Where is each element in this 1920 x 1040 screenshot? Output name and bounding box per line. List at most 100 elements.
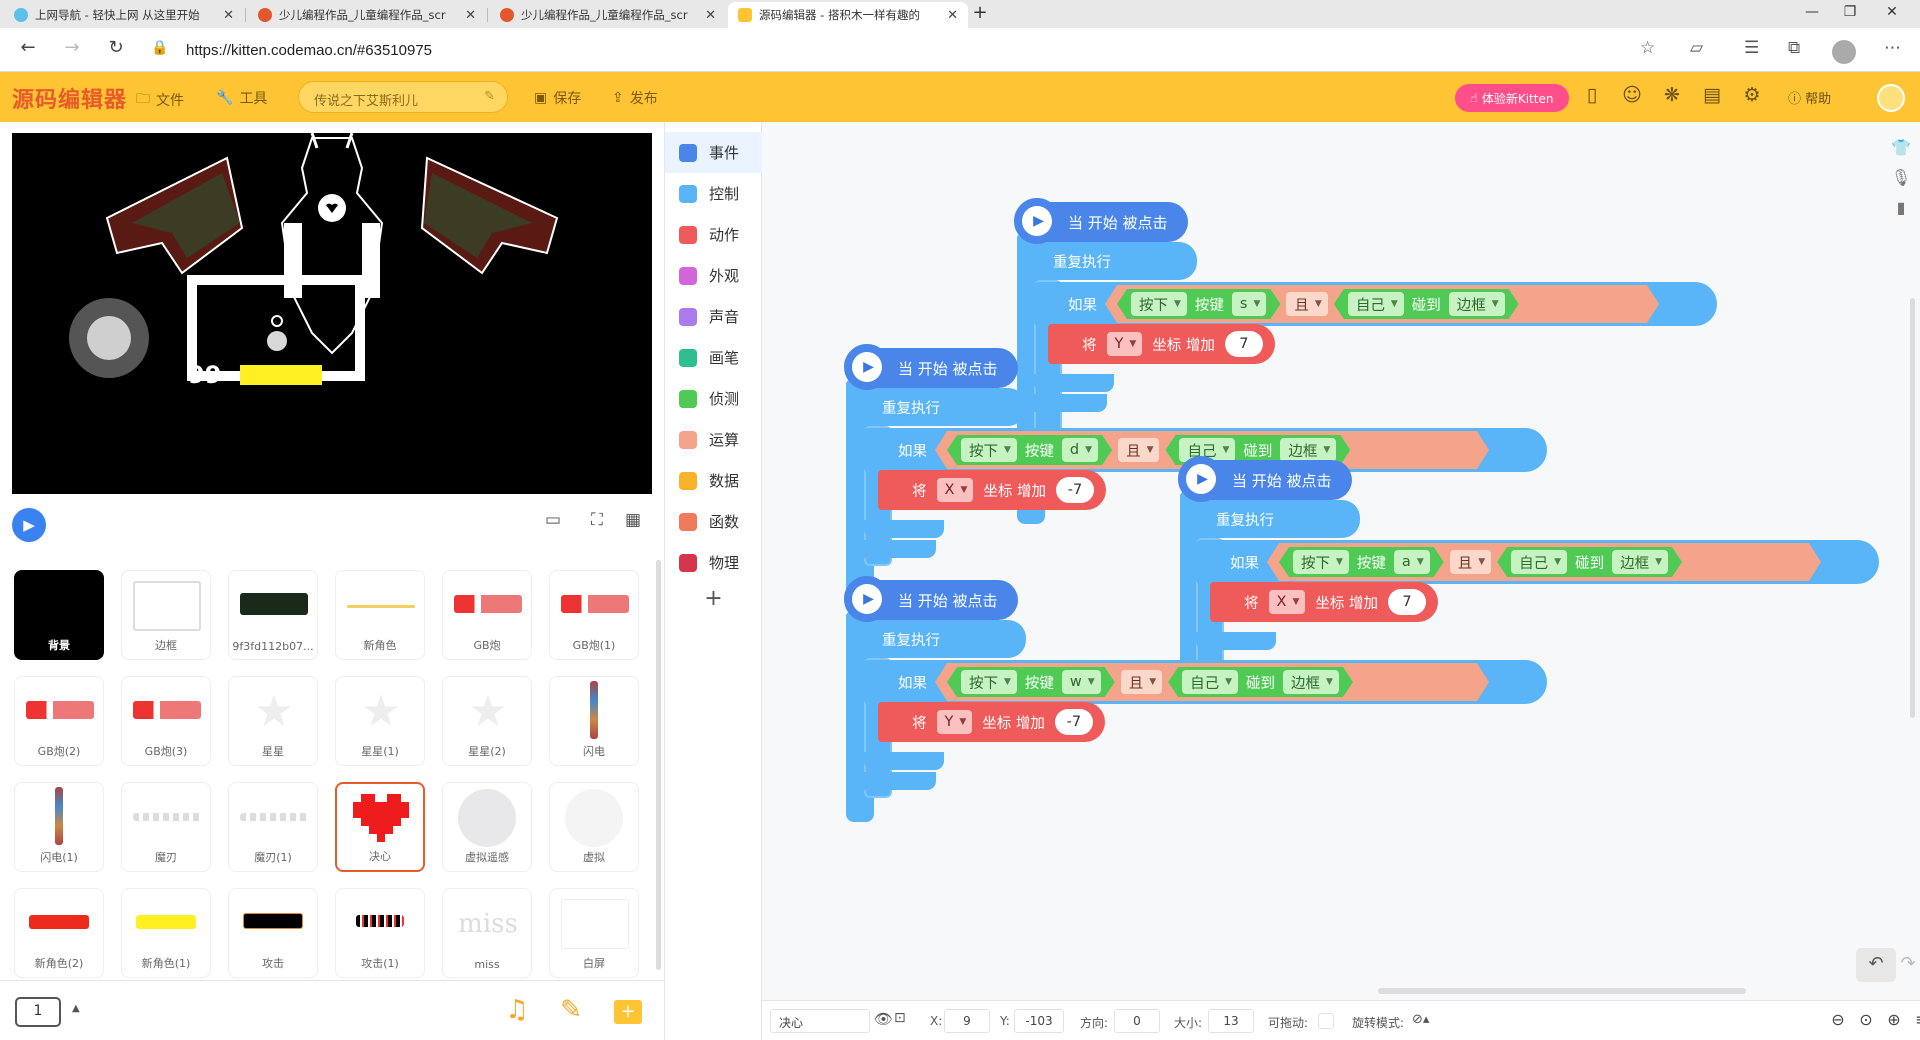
forever-block[interactable]: 重复执行 <box>846 620 1026 658</box>
back-icon[interactable]: ← <box>16 37 40 58</box>
browser-tab[interactable]: 少儿编程作品_儿童编程作品_scr ✕ <box>248 2 486 28</box>
rotation-mode-dropdown[interactable]: ⊘▴ <box>1412 1012 1429 1027</box>
favorite-star-icon[interactable]: ☆ <box>1640 38 1655 58</box>
category-events[interactable]: 事件 <box>665 132 762 173</box>
sprite-card[interactable]: 新角色(1) <box>121 888 211 978</box>
zoom-in-icon[interactable]: ⊕ <box>1882 1010 1906 1029</box>
key-dropdown[interactable]: a ▼ <box>1394 550 1430 574</box>
settings-gear-icon[interactable]: ⚙ <box>1738 84 1766 106</box>
when-start-hat-block[interactable]: ▶ 当 开始 被点击 <box>844 576 1018 622</box>
music-note-icon[interactable]: ♫ <box>500 995 534 1025</box>
community-icon[interactable]: ❋ <box>1658 84 1686 106</box>
sprite-card[interactable]: miss miss <box>442 888 532 978</box>
sprite-card[interactable]: 新角色(2) <box>14 888 104 978</box>
code-workspace[interactable]: 重复执行 如果 按下 ▼ 按键 s ▼ 且 ▼ 自己 ▼ 碰到 边框 ▼ 将 Y ▼ <box>762 122 1920 1000</box>
and-block[interactable]: 按下 ▼ 按键 a ▼ 且 ▼ 自己 ▼ 碰到 边框 ▼ <box>1267 543 1821 581</box>
tools-menu-button[interactable]: 🔧 工具 <box>216 88 267 108</box>
sprite-card[interactable]: ★ 星星 <box>228 676 318 766</box>
bar-chart-icon[interactable]: ▮ <box>1888 198 1914 228</box>
redo-button[interactable]: ↷ <box>1896 948 1920 982</box>
sprite-card[interactable]: ★ 星星(1) <box>335 676 425 766</box>
restore-icon[interactable]: ❐ <box>1838 4 1862 20</box>
key-pressed-block[interactable]: 按下 ▼ 按键 s ▼ <box>1117 289 1280 319</box>
axis-dropdown[interactable]: Y ▼ <box>936 710 973 734</box>
key-pressed-block[interactable]: 按下 ▼ 按键 a ▼ <box>1279 547 1444 577</box>
forward-icon[interactable]: → <box>60 37 84 58</box>
when-start-hat-block[interactable]: ▶ 当 开始 被点击 <box>1014 198 1188 244</box>
edge-dropdown[interactable]: 边框 ▼ <box>1283 670 1339 694</box>
user-avatar[interactable] <box>1877 84 1905 112</box>
category-sound[interactable]: 声音 <box>665 296 762 337</box>
lock-icon[interactable]: ⊡ <box>894 1010 906 1026</box>
forever-block[interactable]: 重复执行 <box>1017 242 1197 280</box>
game-stage[interactable]: 99 <box>12 133 652 494</box>
publish-button[interactable]: ⇪ 发布 <box>612 88 658 108</box>
key-dropdown[interactable]: s ▼ <box>1232 292 1266 316</box>
key-dropdown[interactable]: d ▼ <box>1062 438 1098 462</box>
microphone-icon[interactable]: 🎙 <box>1888 168 1914 198</box>
category-functions[interactable]: 函数 <box>665 501 762 542</box>
and-dropdown[interactable]: 且 ▼ <box>1286 292 1327 316</box>
press-dropdown[interactable]: 按下 ▼ <box>961 438 1017 462</box>
new-tab-icon[interactable]: + <box>968 2 992 23</box>
and-dropdown[interactable]: 且 ▼ <box>1118 438 1159 462</box>
change-coord-block[interactable]: 将 X ▼ 坐标 增加 7 <box>1210 582 1438 622</box>
add-folder-icon[interactable]: + <box>614 1000 642 1024</box>
x-field[interactable]: 9 <box>944 1009 990 1033</box>
draggable-checkbox[interactable] <box>1318 1013 1334 1029</box>
pencil-icon[interactable]: ✎ <box>554 995 588 1025</box>
and-block[interactable]: 按下 ▼ 按键 s ▼ 且 ▼ 自己 ▼ 碰到 边框 ▼ <box>1105 285 1659 323</box>
category-pen[interactable]: 画笔 <box>665 337 762 378</box>
self-dropdown[interactable]: 自己 ▼ <box>1348 292 1404 316</box>
press-dropdown[interactable]: 按下 ▼ <box>961 670 1017 694</box>
forever-block[interactable]: 重复执行 <box>846 388 1026 426</box>
sprite-card[interactable]: 白屏 <box>549 888 639 978</box>
gift-icon[interactable]: ▤ <box>1698 84 1726 106</box>
y-field[interactable]: -103 <box>1014 1009 1064 1033</box>
grid-icon[interactable]: ▦ <box>620 510 646 530</box>
sprite-name-field[interactable]: 决心 <box>770 1009 870 1033</box>
menu-icon[interactable]: ≡ <box>1910 1010 1920 1029</box>
self-dropdown[interactable]: 自己 ▼ <box>1182 670 1238 694</box>
robot-icon[interactable]: ☺ <box>1618 84 1646 106</box>
url-field[interactable]: https://kitten.codemao.cn/#63510975 <box>186 42 432 59</box>
key-pressed-block[interactable]: 按下 ▼ 按键 w ▼ <box>947 667 1115 697</box>
sprite-card[interactable]: 攻击 <box>228 888 318 978</box>
sprite-card-background[interactable]: 背景 <box>14 570 104 660</box>
sprite-card[interactable]: GB炮(2) <box>14 676 104 766</box>
category-sensing[interactable]: 侦测 <box>665 378 762 419</box>
favorites-list-icon[interactable]: ☰ <box>1744 38 1759 58</box>
category-looks[interactable]: 外观 <box>665 255 762 296</box>
sprite-card[interactable]: 攻击(1) <box>335 888 425 978</box>
when-start-hat-block[interactable]: ▶ 当 开始 被点击 <box>1178 456 1352 502</box>
file-menu-button[interactable]: 🗀 文件 <box>136 88 184 112</box>
category-data[interactable]: 数据 <box>665 460 762 501</box>
axis-dropdown[interactable]: X ▼ <box>1268 590 1306 614</box>
save-button[interactable]: ▣ 保存 <box>534 88 581 108</box>
sprite-list-scrollbar[interactable] <box>656 560 661 970</box>
edge-dropdown[interactable]: 边框 ▼ <box>1612 550 1668 574</box>
sprite-card-selected[interactable]: 决心 <box>335 782 425 872</box>
workspace-horizontal-scrollbar[interactable] <box>1378 988 1746 994</box>
collections-icon[interactable]: ⧉ <box>1788 38 1800 58</box>
close-window-icon[interactable]: ✕ <box>1880 4 1904 20</box>
browser-tab[interactable]: 少儿编程作品_儿童编程作品_scr ✕ <box>490 2 726 28</box>
tab-close-icon[interactable]: ✕ <box>705 8 716 23</box>
browser-tab[interactable]: 上网导航 - 轻快上网 从这里开始 ✕ <box>4 2 244 28</box>
sprite-card[interactable]: 魔刃 <box>121 782 211 872</box>
lock-icon[interactable]: 🔒 <box>148 40 172 56</box>
category-operators[interactable]: 运算 <box>665 419 762 460</box>
change-coord-block[interactable]: 将 Y ▼ 坐标 增加 -7 <box>878 702 1105 742</box>
sprite-card[interactable]: 9f3fd112b07... <box>228 570 318 660</box>
fullscreen-icon[interactable]: ⛶ <box>584 510 610 530</box>
page-dropdown-icon[interactable]: ▲ <box>72 1003 80 1014</box>
workspace-vertical-scrollbar[interactable] <box>1910 298 1915 718</box>
sprite-card[interactable]: GB炮(1) <box>549 570 639 660</box>
sprite-card[interactable]: 闪电(1) <box>14 782 104 872</box>
sprite-card[interactable]: 虚拟 <box>549 782 639 872</box>
add-extension-icon[interactable]: + <box>665 586 762 611</box>
edge-dropdown[interactable]: 边框 ▼ <box>1449 292 1505 316</box>
touching-block[interactable]: 自己 ▼ 碰到 边框 ▼ <box>1168 667 1353 697</box>
phone-preview-icon[interactable]: ▯ <box>1578 84 1606 106</box>
change-coord-block[interactable]: 将 Y ▼ 坐标 增加 7 <box>1048 324 1275 364</box>
